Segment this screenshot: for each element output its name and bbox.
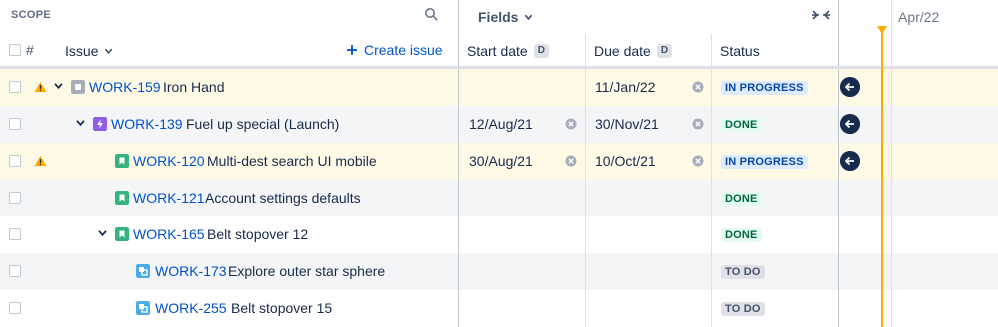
warning-icon [34,155,47,167]
start-date-column-header[interactable]: Start date D [467,42,549,60]
issue-summary[interactable]: Multi-dest search UI mobile [207,153,377,169]
create-issue-button[interactable]: Create issue [346,42,443,58]
task-icon [136,301,150,315]
collapse-fields-icon[interactable] [812,9,830,21]
clear-date-icon[interactable] [565,118,577,130]
rank-column-header: # [26,42,34,58]
issue-key-link[interactable]: WORK-159 [89,79,161,95]
timeline-month-label: Apr/22 [898,9,940,25]
fields-divider[interactable] [838,0,839,327]
due-date-value[interactable]: 30/Nov/21 [595,116,659,132]
status-badge[interactable]: IN PROGRESS [721,81,808,95]
chevron-down-icon[interactable] [76,120,85,127]
scope-label: SCOPE [11,9,52,21]
row-checkbox[interactable] [9,118,21,130]
clear-date-icon[interactable] [692,81,704,93]
column-divider [585,34,586,327]
issue-summary[interactable]: Iron Hand [163,79,224,95]
select-all-checkbox[interactable] [9,44,21,56]
scope-divider[interactable] [458,0,459,327]
table-header: SCOPE Fields Apr/22 # Issue Create issue… [0,0,998,68]
epic-icon [71,80,85,94]
status-column-header[interactable]: Status [720,42,760,60]
start-date-value[interactable]: 12/Aug/21 [469,116,533,132]
warning-icon [34,81,47,93]
status-badge[interactable]: TO DO [721,302,765,316]
date-field-badge: D [656,44,673,58]
issue-summary[interactable]: Explore outer star sphere [228,263,385,279]
start-date-label: Start date [467,43,528,59]
status-badge[interactable]: DONE [721,192,762,206]
row-checkbox[interactable] [9,228,21,240]
story-icon [115,191,129,205]
due-date-value[interactable]: 11/Jan/22 [595,79,655,95]
issue-key-link[interactable]: WORK-139 [111,116,183,132]
status-badge[interactable]: DONE [721,118,762,132]
plus-icon [347,45,357,55]
fields-label: Fields [478,9,519,25]
date-field-badge: D [533,44,549,58]
today-line [881,28,883,327]
issue-summary[interactable]: Belt stopover 15 [231,300,332,316]
status-badge[interactable]: TO DO [721,265,765,279]
task-icon [136,264,150,278]
story-icon [115,227,129,241]
row-checkbox[interactable] [9,192,21,204]
due-date-column-header[interactable]: Due date D [594,42,673,60]
create-issue-label: Create issue [364,42,443,58]
row-checkbox[interactable] [9,265,21,277]
issue-summary[interactable]: Fuel up special (Launch) [186,116,339,132]
row-checkbox[interactable] [9,155,21,167]
clear-date-icon[interactable] [565,155,577,167]
issue-column-header[interactable]: Issue [65,42,113,60]
timeline-area[interactable] [839,69,998,327]
issue-column-label: Issue [65,43,99,59]
issue-key-link[interactable]: WORK-120 [133,153,205,169]
status-badge[interactable]: IN PROGRESS [721,155,808,169]
issue-key-link[interactable]: WORK-173 [155,263,227,279]
column-divider [711,34,712,327]
row-checkbox[interactable] [9,81,21,93]
story-icon [115,154,129,168]
issue-summary[interactable]: Account settings defaults [205,190,361,206]
month-divider [891,0,892,327]
issue-summary[interactable]: Belt stopover 12 [207,226,308,242]
issue-key-link[interactable]: WORK-165 [133,226,205,242]
chevron-down-icon[interactable] [54,83,63,90]
chevron-down-icon[interactable] [98,230,107,237]
search-icon[interactable] [424,7,438,21]
clear-date-icon[interactable] [692,155,704,167]
status-badge[interactable]: DONE [721,228,762,242]
due-date-label: Due date [594,43,651,59]
issue-key-link[interactable]: WORK-121 [133,190,205,206]
today-marker-icon [877,26,887,34]
due-date-value[interactable]: 10/Oct/21 [595,153,656,169]
fields-dropdown-button[interactable]: Fields [478,8,533,26]
issue-key-link[interactable]: WORK-255 [155,300,227,316]
chevron-down-icon [105,48,113,54]
start-date-value[interactable]: 30/Aug/21 [469,153,533,169]
status-column-label: Status [720,43,760,59]
row-checkbox[interactable] [9,302,21,314]
header-divider [0,66,998,69]
clear-date-icon[interactable] [692,118,704,130]
chevron-down-icon [525,14,533,20]
lightning-icon [93,117,107,131]
